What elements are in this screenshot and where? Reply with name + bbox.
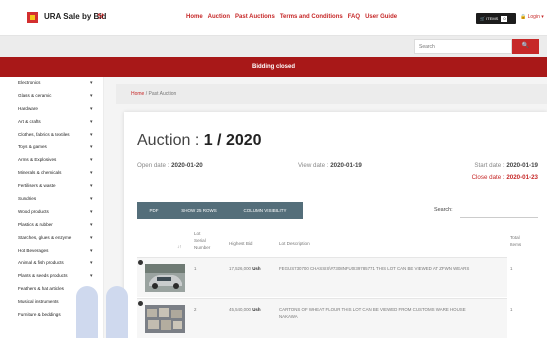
- main-content: Home / Past Auction Auction : 1 / 2020 O…: [104, 77, 547, 338]
- category-item[interactable]: Sundries: [0, 193, 103, 206]
- open-date-label: Open date :: [137, 162, 172, 169]
- header-lot[interactable]: Lot: [194, 231, 200, 237]
- auction-title-prefix: Auction :: [137, 132, 204, 149]
- close-date-label: Close date :: [471, 174, 507, 181]
- open-date: Open date : 2020-01-20: [137, 162, 203, 169]
- nav-home[interactable]: Home: [186, 14, 203, 20]
- show-rows-button[interactable]: SHOW 25 ROWS: [171, 202, 227, 219]
- chevron-down-icon: ▾: [541, 14, 544, 20]
- table-row[interactable]: 1 17,526,000 Ush FEGUS730700 CHASSIS\#73…: [137, 257, 512, 297]
- breadcrumb-current: Past Auction: [148, 91, 177, 97]
- top-navbar: URA Sale by Bid ⚒ Home Auction Past Auct…: [0, 0, 547, 36]
- category-item[interactable]: Hardware: [0, 103, 103, 116]
- category-item[interactable]: Plastics & rubber: [0, 219, 103, 232]
- gavel-icon: ⚒: [97, 12, 105, 21]
- category-item[interactable]: Wood products: [0, 206, 103, 219]
- nav-terms[interactable]: Terms and Conditions: [280, 14, 343, 20]
- category-item[interactable]: Glass & ceramic: [0, 90, 103, 103]
- category-item[interactable]: Starches, glues & enzyme: [0, 232, 103, 245]
- category-item[interactable]: Fertilisers & waste: [0, 180, 103, 193]
- category-item[interactable]: Toys & games: [0, 141, 103, 154]
- header-number[interactable]: Number: [194, 245, 210, 251]
- category-item[interactable]: Animal & fish products: [0, 257, 103, 270]
- lot-serial-number: 1: [194, 266, 197, 271]
- expand-row-icon[interactable]: [138, 301, 143, 306]
- lot-photo-flour[interactable]: [145, 305, 185, 333]
- category-item[interactable]: Plants & seeds products: [0, 270, 103, 283]
- header-total[interactable]: Total: [510, 235, 520, 241]
- search-bar: 🔍: [0, 36, 547, 57]
- ura-logo-icon[interactable]: [27, 12, 38, 23]
- table-row[interactable]: 2 45,540,000 Ush CARTONS OF WHEAT FLOUR …: [137, 298, 512, 338]
- table-toolbar: PDF SHOW 25 ROWS COLUMN VISIBILITY: [137, 202, 303, 219]
- table-header: ↓↑ Lot Serial Number Highest Bid Lot Des…: [137, 227, 538, 257]
- cart-icon: 🛒: [480, 16, 485, 21]
- header-highest-bid[interactable]: Highest Bid: [229, 241, 253, 247]
- view-date: View date : 2020-01-19: [298, 162, 362, 169]
- lot-description: FEGUS730700 CHASSIS\#7308NFU0I39785771 T…: [279, 266, 470, 271]
- start-date: Start date : 2020-01-19: [474, 162, 538, 169]
- view-date-value: 2020-01-19: [330, 162, 362, 169]
- category-item[interactable]: Arms & Explosives: [0, 154, 103, 167]
- nav-user-guide[interactable]: User Guide: [365, 14, 397, 20]
- search-input[interactable]: [414, 39, 512, 54]
- main-nav: Home Auction Past Auctions Terms and Con…: [186, 14, 397, 20]
- bidding-status-banner: Bidding closed: [0, 57, 547, 77]
- lot-serial-number: 2: [194, 307, 197, 312]
- lock-icon: 🔒: [520, 14, 527, 20]
- lot-description-line1: CARTONS OF WHEAT FLOUR THIS LOT CAN BE V…: [279, 307, 466, 312]
- view-date-label: View date :: [298, 162, 331, 169]
- page-title: Auction : 1 / 2020: [137, 132, 262, 150]
- quote-decoration-icon: [76, 286, 132, 338]
- lot-description-line2: NAKAWA: [279, 314, 298, 319]
- cart-label: ITEMS: [486, 16, 499, 21]
- breadcrumb-home[interactable]: Home: [131, 91, 144, 97]
- nav-past-auctions[interactable]: Past Auctions: [235, 14, 275, 20]
- total-items: 1: [510, 307, 513, 312]
- sort-icon[interactable]: ↓↑: [177, 244, 182, 250]
- start-date-label: Start date :: [474, 162, 507, 169]
- expand-row-icon[interactable]: [138, 260, 143, 265]
- category-item[interactable]: Art & crafts: [0, 116, 103, 129]
- search-icon: 🔍: [521, 43, 530, 49]
- total-items: 1: [510, 266, 513, 271]
- bid-amount: 17,526,000: [229, 266, 251, 271]
- breadcrumb-separator: /: [145, 91, 148, 97]
- header-serial[interactable]: Serial: [194, 238, 206, 244]
- nav-faq[interactable]: FAQ: [348, 14, 360, 20]
- category-item[interactable]: Electronics: [0, 77, 103, 90]
- bid-currency: Ush: [252, 307, 261, 312]
- search-button[interactable]: 🔍: [512, 39, 539, 54]
- cart-button[interactable]: 🛒 ITEMS 0: [476, 13, 516, 24]
- highest-bid: 17,526,000 Ush: [229, 266, 261, 273]
- table-search-input[interactable]: [460, 210, 538, 218]
- table-search-label: Search:: [434, 207, 453, 213]
- auction-card: Auction : 1 / 2020 Open date : 2020-01-2…: [124, 112, 547, 338]
- close-date-value: 2020-01-23: [506, 174, 538, 181]
- start-date-value: 2020-01-19: [506, 162, 538, 169]
- header-items[interactable]: Items: [510, 242, 521, 248]
- cart-count-badge: 0: [501, 15, 508, 22]
- category-item[interactable]: Minerals & chemicals: [0, 167, 103, 180]
- highest-bid: 45,540,000 Ush: [229, 307, 261, 314]
- category-item[interactable]: Hot Beverages: [0, 245, 103, 258]
- close-date: Close date : 2020-01-23: [472, 174, 538, 181]
- login-label: Login: [527, 14, 540, 20]
- login-link[interactable]: 🔒 Login ▾: [520, 14, 544, 20]
- lot-photo-car[interactable]: [145, 264, 185, 292]
- category-item[interactable]: Clothes, fabrics & textiles: [0, 129, 103, 142]
- bid-currency: Ush: [252, 266, 261, 271]
- breadcrumb: Home / Past Auction: [116, 84, 547, 104]
- column-visibility-button[interactable]: COLUMN VISIBILITY: [227, 202, 303, 219]
- pdf-button[interactable]: PDF: [137, 202, 171, 219]
- nav-auction[interactable]: Auction: [208, 14, 230, 20]
- bid-amount: 45,540,000: [229, 307, 251, 312]
- auction-number: 1 / 2020: [203, 132, 262, 149]
- header-lot-description[interactable]: Lot Description: [279, 241, 310, 247]
- open-date-value: 2020-01-20: [171, 162, 203, 169]
